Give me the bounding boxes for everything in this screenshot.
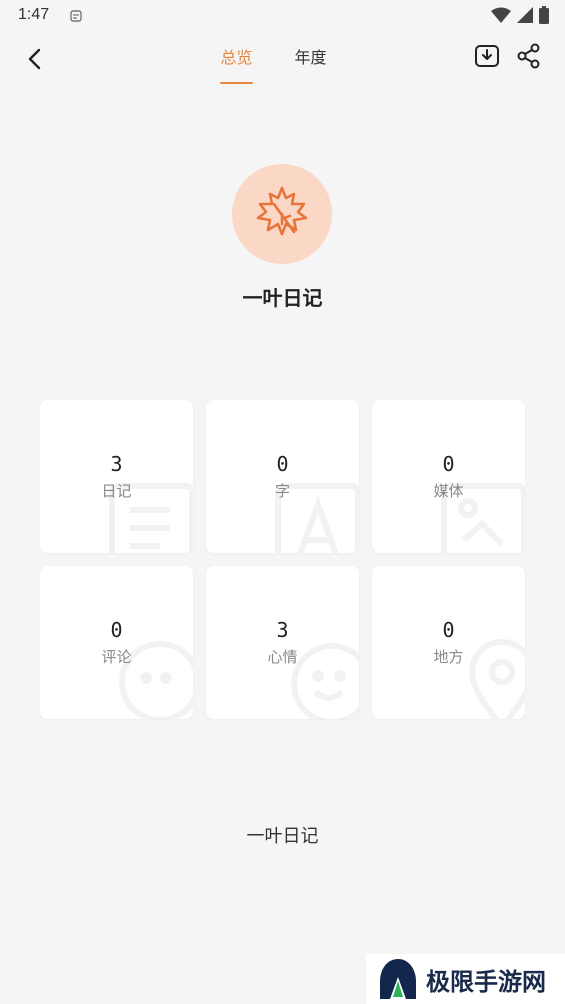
diary-title: 一叶日记	[242, 286, 323, 310]
battery-icon	[539, 6, 549, 28]
stat-label: 媒体	[433, 482, 464, 500]
watermark-logo-icon	[380, 959, 416, 999]
location-icon	[468, 639, 525, 719]
header: 总览 年度	[0, 32, 565, 84]
stat-card-comments[interactable]: 0 评论	[40, 566, 193, 719]
share-icon[interactable]	[515, 42, 543, 70]
diary-avatar	[232, 164, 332, 264]
download-icon[interactable]	[473, 42, 501, 70]
stat-card-media[interactable]: 0 媒体	[372, 400, 525, 553]
stat-label: 字	[274, 482, 290, 500]
footer-title: 一叶日记	[246, 826, 319, 847]
notification-icon	[68, 8, 84, 24]
status-time: 1:47	[18, 6, 50, 23]
status-indicators	[491, 6, 549, 28]
stats-grid: 3 日记 0 字 0 媒体 0 评论 3 心情 0 地方	[40, 400, 525, 719]
tab-overview[interactable]: 总览	[220, 32, 253, 84]
header-actions	[473, 42, 543, 70]
watermark-text: 极限手游网	[426, 966, 546, 996]
stat-card-places[interactable]: 0 地方	[372, 566, 525, 719]
status-bar: 1:47	[0, 0, 565, 32]
stat-label: 评论	[101, 648, 132, 666]
text-icon	[275, 483, 359, 553]
stat-label: 日记	[101, 482, 132, 500]
comment-icon	[119, 641, 193, 719]
watermark: 极限手游网	[366, 954, 565, 1004]
wifi-icon	[491, 7, 511, 27]
tab-yearly[interactable]: 年度	[295, 32, 327, 84]
stat-label: 心情	[267, 648, 298, 666]
stat-value: 0	[276, 452, 289, 476]
stat-label: 地方	[433, 648, 464, 666]
stat-value: 3	[276, 618, 289, 642]
stat-value: 3	[110, 452, 123, 476]
stat-value: 0	[110, 618, 123, 642]
document-icon	[109, 483, 193, 553]
stat-card-diaries[interactable]: 3 日记	[40, 400, 193, 553]
maple-leaf-icon	[252, 182, 312, 246]
stat-card-moods[interactable]: 3 心情	[206, 566, 359, 719]
stat-card-words[interactable]: 0 字	[206, 400, 359, 553]
image-icon	[441, 483, 525, 553]
signal-icon	[517, 7, 533, 27]
smile-icon	[291, 643, 359, 719]
stat-value: 0	[442, 618, 455, 642]
stat-value: 0	[442, 452, 455, 476]
